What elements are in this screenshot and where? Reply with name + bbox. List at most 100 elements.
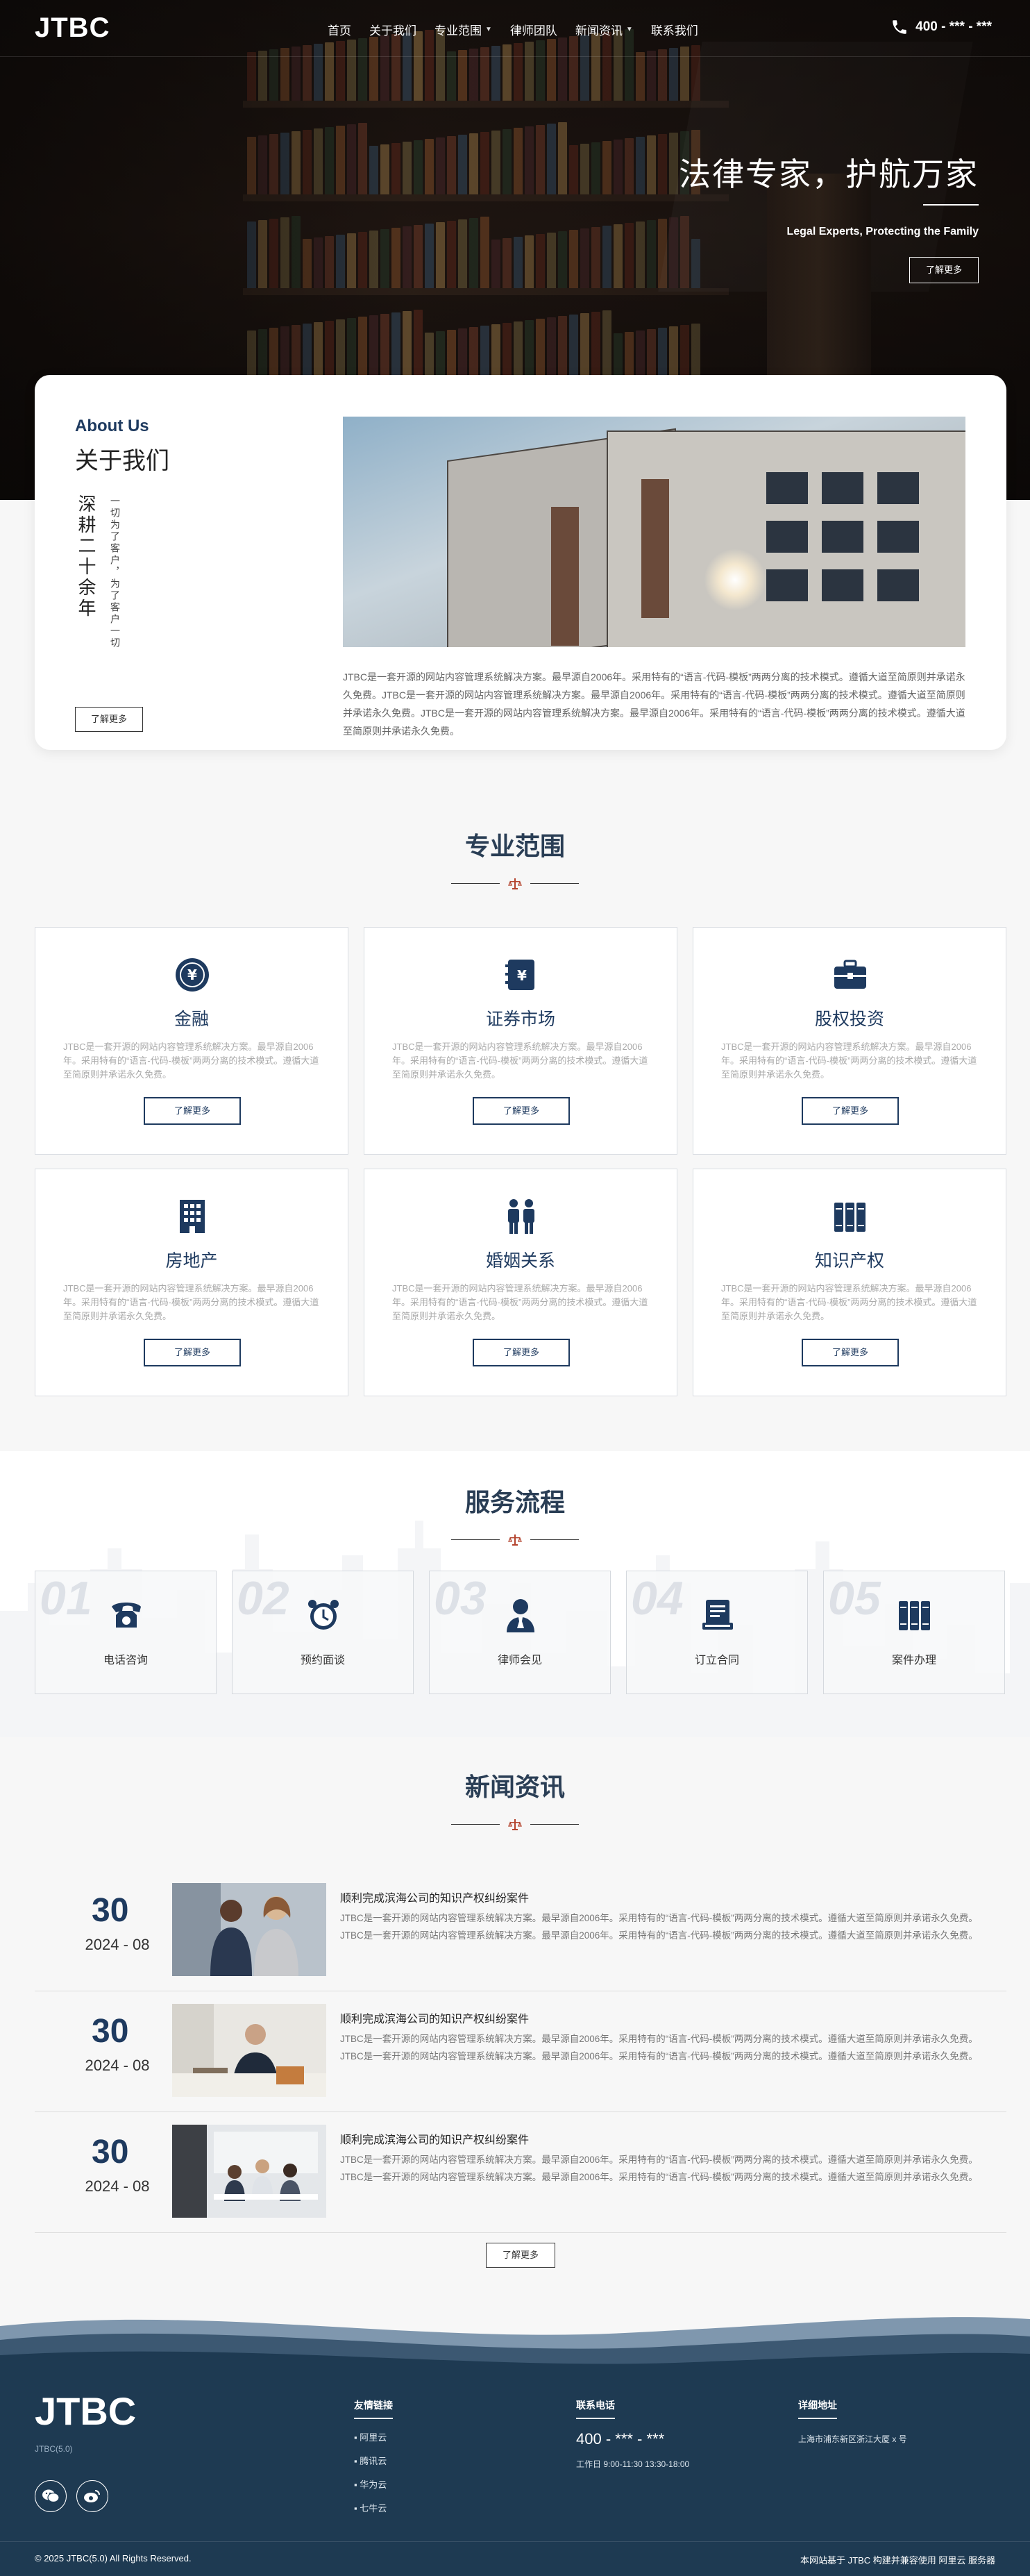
process-step[interactable]: 03 律师会见: [429, 1571, 611, 1694]
practice-card-button[interactable]: 了解更多: [473, 1097, 570, 1125]
process-step[interactable]: 02 预约面谈: [232, 1571, 414, 1694]
step-number: 01: [40, 1572, 92, 1625]
nav-label: 联系我们: [650, 24, 698, 37]
nav-label: 律师团队: [509, 24, 557, 37]
practice-card-button[interactable]: 了解更多: [802, 1097, 899, 1125]
practice-card-securities[interactable]: ¥ 证券市场 JTBC是一套开源的网站内容管理系统解决方案。最早源自2006年。…: [364, 927, 677, 1155]
case-files-icon: [897, 1598, 932, 1632]
footer-link[interactable]: ▪ 阿里云: [354, 2430, 387, 2443]
practice-card-equity[interactable]: 股权投资 JTBC是一套开源的网站内容管理系统解决方案。最早源自2006年。采用…: [693, 927, 1006, 1155]
step-label: 案件办理: [891, 1655, 936, 1666]
practice-card-title: 股权投资: [814, 1010, 884, 1029]
nav-item-home[interactable]: 首页: [328, 21, 351, 38]
news-day: 30: [92, 2134, 129, 2171]
briefcase-icon: [831, 955, 870, 994]
chevron-down-icon: ▼: [625, 26, 633, 33]
news-more-button[interactable]: 了解更多: [486, 2243, 555, 2268]
site-logo[interactable]: JTBC: [35, 12, 110, 44]
hero-learn-more-button[interactable]: 了解更多: [909, 257, 979, 283]
process-step[interactable]: 05 案件办理: [823, 1571, 1005, 1694]
practice-card-title: 婚姻关系: [485, 1251, 555, 1271]
footer-phone-title: 联系电话: [576, 2398, 615, 2419]
step-label: 电话咨询: [103, 1655, 148, 1666]
practice-card-button[interactable]: 了解更多: [802, 1339, 899, 1366]
news-thumbnail[interactable]: [172, 2125, 326, 2218]
practice-title: 专业范围: [464, 832, 565, 860]
about-slogan: 深耕二十余年: [76, 494, 96, 619]
telephone-icon: [109, 1598, 144, 1632]
hero-divider: [923, 204, 979, 206]
about-learn-more-button[interactable]: 了解更多: [75, 707, 143, 732]
chevron-down-icon: ▼: [485, 26, 492, 33]
weibo-icon[interactable]: [76, 2480, 108, 2512]
about-title: 关于我们: [75, 448, 169, 474]
hero-title: 法律专家，护航万家: [679, 156, 979, 193]
building-photo: [343, 417, 965, 647]
footer-wave-decoration: [0, 2305, 1030, 2382]
news-title: 新闻资讯: [464, 1773, 565, 1801]
news-headline[interactable]: 顺利完成滨海公司的知识产权纠纷案件: [340, 2009, 529, 2026]
practice-card-marriage[interactable]: 婚姻关系 JTBC是一套开源的网站内容管理系统解决方案。最早源自2006年。采用…: [364, 1169, 677, 1396]
footer-powered-by[interactable]: 本网站基于 JTBC 构建并兼容使用 阿里云 服务器: [800, 2553, 995, 2566]
footer-link-label: 阿里云: [360, 2432, 387, 2443]
scale-icon: [508, 1534, 522, 1546]
process-title: 服务流程: [464, 1488, 565, 1516]
practice-card-desc: JTBC是一套开源的网站内容管理系统解决方案。最早源自2006年。采用特有的“语…: [63, 1042, 319, 1080]
step-label: 律师会见: [497, 1655, 542, 1666]
nav-item-practice[interactable]: 专业范围 ▼: [434, 21, 492, 38]
footer-link[interactable]: ▪ 腾讯云: [354, 2454, 387, 2467]
step-number: 04: [631, 1572, 684, 1625]
wechat-icon[interactable]: [35, 2480, 67, 2512]
nav-item-news[interactable]: 新闻资讯 ▼: [575, 21, 633, 38]
news-thumbnail[interactable]: [172, 2004, 326, 2097]
news-thumbnail[interactable]: [172, 1883, 326, 1976]
nav-item-about[interactable]: 关于我们: [369, 21, 416, 38]
about-en-title: About Us: [75, 417, 149, 435]
footer-address: 上海市浦东新区浙江大厦 x 号: [798, 2434, 907, 2444]
footer-divider: [0, 2541, 1030, 2542]
news-headline[interactable]: 顺利完成滨海公司的知识产权纠纷案件: [340, 2130, 529, 2147]
news-month: 2024 - 08: [85, 1936, 150, 1953]
process-step[interactable]: 04 订立合同: [626, 1571, 808, 1694]
practice-card-button[interactable]: 了解更多: [473, 1339, 570, 1366]
scale-icon: [508, 1819, 522, 1830]
practice-card-finance[interactable]: ¥ 金融 JTBC是一套开源的网站内容管理系统解决方案。最早源自2006年。采用…: [35, 927, 348, 1155]
news-item[interactable]: 30 2024 - 08 顺利完成滨海公司的知识产权纠纷案件 JTBC是一套开源…: [35, 1871, 1006, 1991]
news-item[interactable]: 30 2024 - 08 顺利完成滨海公司的知识产权纠纷案件 JTBC是一套开源…: [35, 1991, 1006, 2112]
practice-card-real-estate[interactable]: 房地产 JTBC是一套开源的网站内容管理系统解决方案。最早源自2006年。采用特…: [35, 1169, 348, 1396]
title-divider: [451, 1533, 579, 1547]
news-day: 30: [92, 1892, 129, 1929]
footer-link-label: 华为云: [360, 2479, 387, 2490]
nav-item-team[interactable]: 律师团队: [510, 21, 557, 38]
footer-link-label: 腾讯云: [360, 2456, 387, 2466]
nav-label: 专业范围: [434, 24, 482, 37]
news-month: 2024 - 08: [85, 2057, 150, 2074]
news-item[interactable]: 30 2024 - 08 顺利完成滨海公司的知识产权纠纷案件 JTBC是一套开源…: [35, 2112, 1006, 2233]
alarm-clock-icon: [306, 1598, 341, 1632]
nav-item-contact[interactable]: 联系我们: [651, 21, 698, 38]
footer-logo[interactable]: JTBC: [35, 2389, 136, 2434]
nav-label: 新闻资讯: [575, 24, 623, 37]
footer-version: JTBC(5.0): [35, 2444, 73, 2454]
process-step[interactable]: 01 电话咨询: [35, 1571, 217, 1694]
yuan-book-icon: ¥: [502, 955, 541, 994]
practice-card-title: 证券市场: [485, 1010, 555, 1029]
practice-card-ip[interactable]: 知识产权 JTBC是一套开源的网站内容管理系统解决方案。最早源自2006年。采用…: [693, 1169, 1006, 1396]
svg-text:¥: ¥: [517, 967, 527, 984]
practice-card-title: 金融: [174, 1010, 209, 1029]
news-headline[interactable]: 顺利完成滨海公司的知识产权纠纷案件: [340, 1889, 529, 1905]
yuan-coin-icon: ¥: [173, 955, 212, 994]
practice-card-button[interactable]: 了解更多: [144, 1339, 241, 1366]
title-divider: [451, 877, 579, 891]
footer-link[interactable]: ▪ 七牛云: [354, 2501, 387, 2514]
footer-link[interactable]: ▪ 华为云: [354, 2477, 387, 2491]
practice-card-button[interactable]: 了解更多: [144, 1097, 241, 1125]
footer-phone[interactable]: 400 - *** - ***: [576, 2430, 664, 2448]
nav-label: 关于我们: [369, 24, 416, 37]
footer-copyright: © 2025 JTBC(5.0) All Rights Reserved.: [35, 2553, 192, 2564]
site-footer: JTBC JTBC(5.0) 友情链接 ▪ 阿里云 ▪ 腾讯云 ▪ 华为云 ▪ …: [0, 2305, 1030, 2576]
header-phone-number: 400 - *** - ***: [915, 19, 992, 34]
header-phone[interactable]: 400 - *** - ***: [890, 18, 992, 36]
footer-link-label: 七牛云: [360, 2503, 387, 2514]
couple-icon: [502, 1197, 541, 1236]
